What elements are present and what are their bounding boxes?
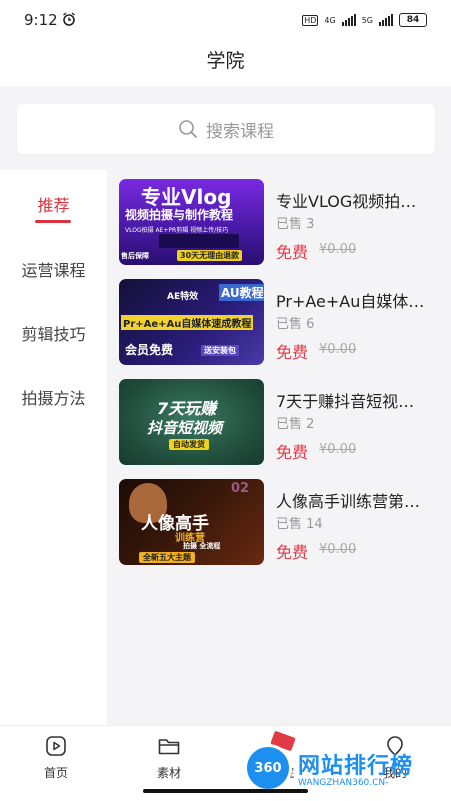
thumb-text: 售后保障 [121, 252, 149, 260]
search-placeholder: 搜索课程 [206, 121, 274, 142]
thumb-text: 7天玩赚 [157, 399, 217, 418]
course-title: 专业VLOG视频拍… [276, 192, 417, 211]
tab-label: 首页 [43, 766, 68, 780]
thumb-text: AE特效 [167, 292, 199, 302]
tab-label: 素材 [156, 766, 181, 780]
course-sold-count: 已售 6 [276, 317, 315, 332]
sidebar-item-editing[interactable]: 剪辑技巧 [0, 321, 107, 345]
course-thumbnail: AE特效 AU教程 Pr+Ae+Au自媒体速成教程 会员免费 送安装包 [119, 279, 264, 365]
battery-level: 84 [406, 15, 420, 25]
network-4g-label: 4G [324, 15, 336, 25]
status-bar: 9:12 HD 4G 5G 84 [0, 0, 451, 40]
thumb-text: 拍摄 全流程 [183, 542, 221, 550]
status-indicators: HD 4G 5G 84 [302, 12, 427, 28]
thumb-text: AU教程 [219, 284, 264, 301]
thumb-text: 送安装包 [201, 345, 239, 356]
sidebar-item-label: 剪辑技巧 [21, 325, 86, 344]
thumb-text: 抖音短视频 [147, 419, 223, 437]
search-area: 搜索课程 [0, 86, 451, 170]
course-title: Pr+Ae+Au自媒体… [276, 292, 425, 311]
course-card[interactable]: AE特效 AU教程 Pr+Ae+Au自媒体速成教程 会员免费 送安装包 Pr+A… [119, 279, 449, 365]
course-title: 7天于赚抖音短视… [276, 392, 415, 411]
category-sidebar: 推荐 运营课程 剪辑技巧 拍摄方法 [0, 170, 107, 725]
sidebar-item-label: 拍摄方法 [21, 389, 86, 408]
thumb-text: 自动发货 [169, 439, 209, 450]
course-card[interactable]: 02 人像高手 训练营 拍摄 全流程 全新五大主题 人像高手训练营第… 已售 1… [119, 479, 449, 565]
play-icon [46, 736, 66, 756]
watermark-subtitle: WANGZHAN360.CN- [298, 778, 389, 788]
course-original-price: ¥0.00 [319, 442, 357, 457]
course-price: 免费 [276, 343, 309, 362]
sidebar-item-operations[interactable]: 运营课程 [0, 257, 107, 281]
sidebar-item-label: 推荐 [37, 196, 70, 215]
network-5g-label: 5G [361, 15, 373, 25]
search-icon [179, 120, 197, 138]
course-thumbnail: 专业Vlog 视频拍摄与制作教程 VLOG拍摄 AE+PR剪辑 视频上传/技巧 … [119, 179, 264, 265]
course-list: 专业Vlog 视频拍摄与制作教程 VLOG拍摄 AE+PR剪辑 视频上传/技巧 … [107, 170, 451, 725]
watermark-logo: 360 [244, 744, 292, 792]
thumb-text: Pr+Ae+Au自媒体速成教程 [121, 315, 254, 330]
course-thumbnail: 02 人像高手 训练营 拍摄 全流程 全新五大主题 [119, 479, 264, 565]
course-original-price: ¥0.00 [319, 542, 357, 557]
sidebar-item-label: 运营课程 [21, 261, 86, 280]
course-original-price: ¥0.00 [319, 342, 357, 357]
course-thumbnail: 7天玩赚 抖音短视频 自动发货 [119, 379, 264, 465]
course-sold-count: 已售 3 [276, 217, 315, 232]
course-price: 免费 [276, 543, 309, 562]
battery-icon: 84 [399, 13, 427, 27]
home-indicator[interactable] [143, 789, 308, 793]
sidebar-item-recommend[interactable]: 推荐 [0, 192, 107, 216]
thumb-text: 02 [231, 481, 250, 496]
sidebar-item-shooting[interactable]: 拍摄方法 [0, 385, 107, 409]
status-time: 9:12 [24, 11, 58, 29]
search-input[interactable]: 搜索课程 [17, 104, 435, 154]
thumb-text: 视频拍摄与制作教程 [125, 208, 234, 222]
tab-home[interactable]: 首页 [0, 726, 112, 801]
alarm-icon [63, 12, 75, 26]
signal-icon [341, 14, 356, 26]
thumb-text: 全新五大主题 [139, 552, 195, 563]
course-sold-count: 已售 14 [276, 517, 323, 532]
course-original-price: ¥0.00 [319, 242, 357, 257]
signal-icon-2 [379, 14, 393, 26]
thumb-text: 30天无理由退款 [177, 250, 243, 261]
thumb-text: VLOG拍摄 AE+PR剪辑 视频上传/技巧 [125, 227, 229, 234]
page-title: 学院 [206, 50, 245, 72]
hd-label: HD [302, 14, 319, 26]
course-card[interactable]: 专业Vlog 视频拍摄与制作教程 VLOG拍摄 AE+PR剪辑 视频上传/技巧 … [119, 179, 449, 265]
thumb-text: 会员免费 [125, 343, 174, 357]
course-card[interactable]: 7天玩赚 抖音短视频 自动发货 7天于赚抖音短视… 已售 2 免费 ¥0.00 [119, 379, 449, 465]
thumb-decoration [159, 234, 239, 248]
course-sold-count: 已售 2 [276, 417, 315, 432]
active-indicator [35, 220, 71, 223]
watermark-title: 网站排行榜 [298, 754, 414, 779]
course-price: 免费 [276, 443, 309, 462]
folder-icon [158, 739, 180, 755]
course-price: 免费 [276, 243, 309, 262]
course-title: 人像高手训练营第… [276, 492, 421, 511]
